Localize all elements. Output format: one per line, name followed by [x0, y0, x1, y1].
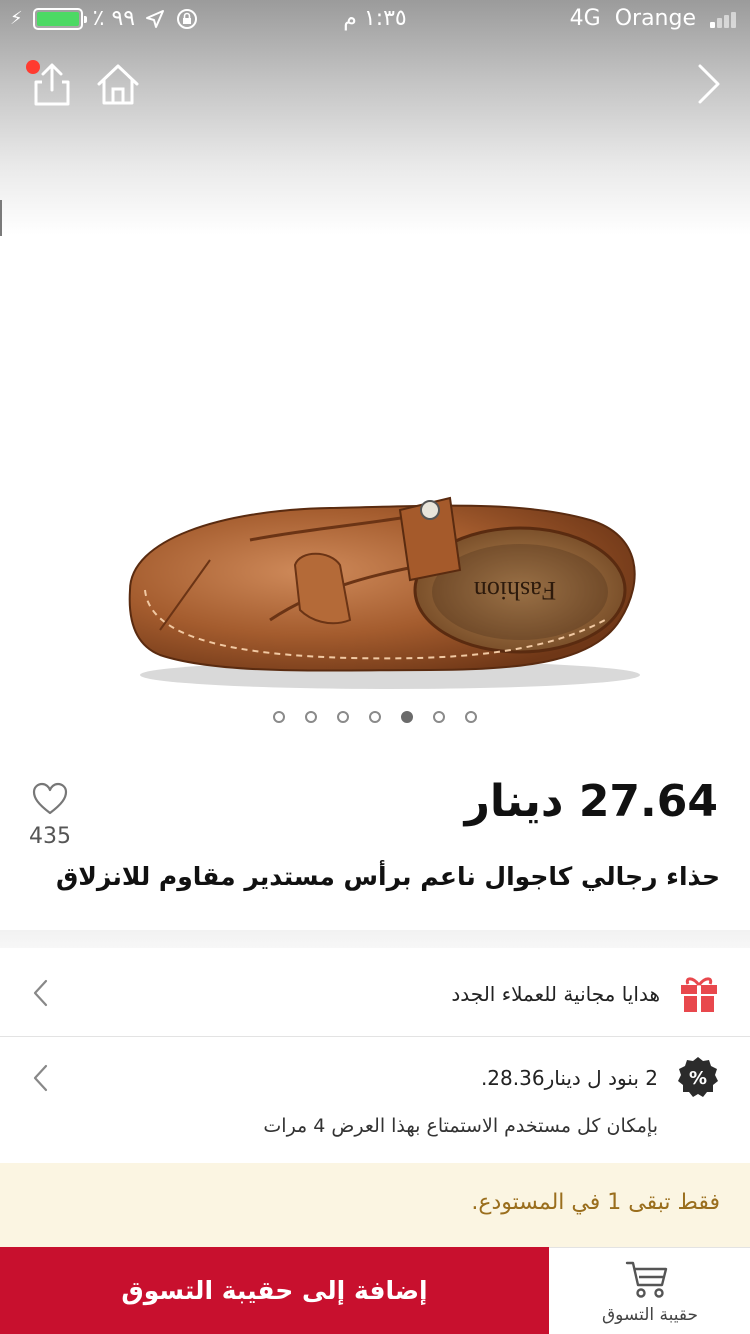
bundle-promo-row[interactable]: 2 بنود ل دينار28.36. بإمكان كل مستخدم ال… — [0, 1037, 750, 1163]
carousel-dot[interactable] — [401, 711, 413, 723]
signal-icon — [710, 10, 736, 28]
favorite-button[interactable]: 435 — [26, 782, 74, 849]
stock-notice-text: فقط تبقى 1 في المستودع. — [471, 1190, 720, 1215]
product-image-shoe: Fashion — [128, 496, 640, 689]
product-title: حذاء رجالي كاجوال ناعم برأس مستدير مقاوم… — [55, 862, 720, 891]
carousel-dot[interactable] — [369, 711, 381, 723]
carrier-name: Orange — [614, 6, 696, 31]
chevron-right-icon[interactable] — [690, 62, 726, 106]
image-edge — [0, 200, 2, 236]
chevron-left-icon — [33, 1064, 48, 1092]
section-divider — [0, 930, 750, 948]
favorites-count: 435 — [29, 824, 71, 849]
gift-icon — [681, 977, 717, 1012]
add-to-bag-button[interactable]: إضافة إلى حقيبة التسوق — [0, 1247, 549, 1334]
carousel-dot[interactable] — [337, 711, 349, 723]
shopping-bag-label: حقيبة التسوق — [601, 1305, 699, 1325]
bundle-promo-note: بإمكان كل مستخدم الاستمتاع بهذا العرض 4 … — [263, 1115, 658, 1137]
carousel-dot[interactable] — [273, 711, 285, 723]
percent-badge-icon: % — [678, 1057, 718, 1097]
gift-promo-row[interactable]: هدايا مجانية للعملاء الجدد — [0, 948, 750, 1036]
status-bar: ⚡ ٪ ٩٩ ١:٣٥ م 4G Orange — [0, 0, 750, 40]
network-type: 4G — [569, 6, 601, 31]
svg-text:%: % — [689, 1068, 707, 1089]
bundle-promo-text: 2 بنود ل دينار28.36. — [480, 1066, 658, 1090]
gift-promo-text: هدايا مجانية للعملاء الجدد — [451, 982, 660, 1006]
home-icon[interactable] — [94, 60, 142, 108]
heart-icon[interactable] — [32, 782, 68, 816]
chevron-left-icon — [33, 979, 48, 1007]
shopping-bag-icon[interactable] — [624, 1259, 670, 1301]
stock-notice: فقط تبقى 1 في المستودع. — [0, 1163, 750, 1247]
bottom-action-bar: إضافة إلى حقيبة التسوق حقيبة التسوق — [0, 1247, 750, 1334]
notification-dot — [26, 60, 40, 74]
product-image-carousel[interactable]: Fashion — [0, 0, 750, 750]
carousel-dot[interactable] — [305, 711, 317, 723]
product-price: 27.64 دينار — [464, 776, 718, 827]
svg-text:Fashion: Fashion — [474, 576, 556, 605]
carousel-indicator — [0, 711, 750, 723]
carousel-dot[interactable] — [433, 711, 445, 723]
carousel-dot[interactable] — [465, 711, 477, 723]
